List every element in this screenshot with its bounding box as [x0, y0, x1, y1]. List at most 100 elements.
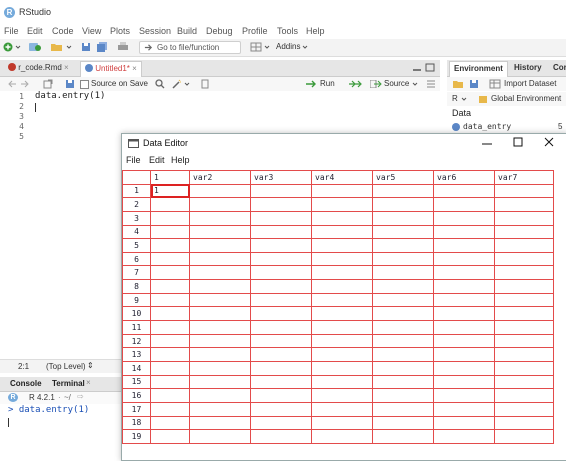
grid-cell[interactable]: [311, 320, 373, 335]
column-header[interactable]: var6: [433, 170, 495, 185]
grid-cell[interactable]: [250, 197, 312, 212]
grid-cell[interactable]: [372, 197, 434, 212]
de-menu-help[interactable]: Help: [171, 155, 190, 165]
grid-cell[interactable]: [189, 388, 251, 403]
grid-cell[interactable]: [150, 292, 190, 308]
grid-cell[interactable]: [150, 251, 190, 267]
grid-cell[interactable]: [189, 224, 251, 240]
grid-cell[interactable]: [250, 224, 312, 240]
grid-cell[interactable]: [189, 374, 251, 390]
grid-cell[interactable]: [433, 251, 495, 267]
grid-cell[interactable]: [494, 320, 554, 335]
save-all-icon[interactable]: [96, 42, 108, 52]
grid-cell[interactable]: [433, 415, 495, 431]
grid-cell[interactable]: [250, 306, 312, 322]
row-header[interactable]: 17: [122, 401, 151, 417]
run-button[interactable]: Run: [320, 79, 335, 88]
grid-cell[interactable]: [150, 279, 190, 294]
grid-cell[interactable]: [311, 224, 373, 240]
de-menu-edit[interactable]: Edit: [149, 155, 165, 165]
grid-cell[interactable]: [189, 360, 251, 376]
grid-cell[interactable]: [433, 429, 495, 444]
grid-cell[interactable]: [372, 251, 434, 267]
grid-cell[interactable]: [433, 320, 495, 335]
grid-cell[interactable]: [150, 401, 190, 417]
row-header[interactable]: 10: [122, 306, 151, 322]
chevron-down-icon[interactable]: [66, 42, 72, 52]
back-arrow-icon[interactable]: [8, 80, 17, 88]
grid-cell[interactable]: [494, 210, 554, 226]
grid-cell[interactable]: [494, 374, 554, 390]
grid-cell[interactable]: [250, 210, 312, 226]
grid-cell[interactable]: [311, 251, 373, 267]
row-header[interactable]: 6: [122, 251, 151, 267]
row-header[interactable]: 15: [122, 374, 151, 390]
working-dir[interactable]: ~/: [64, 393, 71, 402]
tab-untitled1[interactable]: Untitled1* ×: [80, 61, 142, 77]
row-header[interactable]: 9: [122, 292, 151, 308]
grid-cell[interactable]: [150, 238, 190, 253]
grid-cell[interactable]: [372, 415, 434, 431]
column-header[interactable]: 1: [150, 170, 190, 185]
new-file-icon[interactable]: [3, 42, 13, 52]
grid-cell[interactable]: [250, 238, 312, 253]
column-header[interactable]: var3: [250, 170, 312, 185]
grid-cell[interactable]: [372, 306, 434, 322]
chevron-down-icon[interactable]: [15, 42, 21, 52]
row-header[interactable]: 12: [122, 333, 151, 349]
row-header[interactable]: 4: [122, 224, 151, 240]
magic-wand-icon[interactable]: [172, 79, 182, 89]
row-header[interactable]: 11: [122, 320, 151, 335]
grid-cell[interactable]: [433, 238, 495, 253]
grid-cell[interactable]: [189, 320, 251, 335]
row-header[interactable]: 7: [122, 265, 151, 281]
grid-cell[interactable]: [150, 224, 190, 240]
grid-cell[interactable]: [189, 429, 251, 444]
grid-cell[interactable]: [372, 374, 434, 390]
grid-cell[interactable]: [433, 265, 495, 281]
column-header[interactable]: var2: [189, 170, 251, 185]
grid-cell[interactable]: [311, 183, 373, 199]
grid-cell[interactable]: [250, 388, 312, 403]
grid-cell[interactable]: [311, 374, 373, 390]
grid-cell[interactable]: [372, 333, 434, 349]
grid-cell[interactable]: [189, 183, 251, 199]
chevron-down-icon[interactable]: [302, 42, 308, 52]
rerun-icon[interactable]: [348, 80, 362, 88]
grid-cell[interactable]: [189, 210, 251, 226]
grid-cell[interactable]: [433, 306, 495, 322]
scope-updown-icon[interactable]: ⇕: [87, 361, 94, 370]
grid-cell[interactable]: [433, 224, 495, 240]
grid-cell[interactable]: [372, 360, 434, 376]
grid-cell[interactable]: [311, 388, 373, 403]
grid-cell[interactable]: [372, 429, 434, 444]
grid-cell[interactable]: [150, 347, 190, 362]
row-header[interactable]: 1: [122, 183, 151, 199]
grid-cell[interactable]: [250, 360, 312, 376]
grid-cell[interactable]: [311, 429, 373, 444]
row-header[interactable]: 2: [122, 197, 151, 212]
grid-cell[interactable]: [494, 306, 554, 322]
new-project-icon[interactable]: [28, 42, 42, 52]
print-icon[interactable]: [117, 42, 129, 52]
grid-cell[interactable]: [372, 210, 434, 226]
grid-cell[interactable]: [494, 388, 554, 403]
save-icon[interactable]: [81, 42, 91, 52]
grid-cell[interactable]: [189, 415, 251, 431]
grid-cell[interactable]: [311, 265, 373, 281]
close-icon[interactable]: ×: [64, 63, 69, 72]
minimize-pane-icon[interactable]: [412, 64, 422, 72]
grid-cell[interactable]: [494, 360, 554, 376]
grid-cell[interactable]: [150, 197, 190, 212]
grid-cell[interactable]: [311, 360, 373, 376]
grid-cell[interactable]: [372, 265, 434, 281]
grid-cell[interactable]: [250, 415, 312, 431]
language-selector[interactable]: R: [452, 94, 458, 103]
menu-session[interactable]: Session: [139, 26, 171, 36]
grid-cell[interactable]: [189, 197, 251, 212]
grid-cell[interactable]: [433, 292, 495, 308]
data-editor-title-bar[interactable]: Data Editor: [122, 134, 566, 153]
grid-cell[interactable]: [189, 238, 251, 253]
grid-cell[interactable]: [433, 401, 495, 417]
row-header[interactable]: 13: [122, 347, 151, 362]
